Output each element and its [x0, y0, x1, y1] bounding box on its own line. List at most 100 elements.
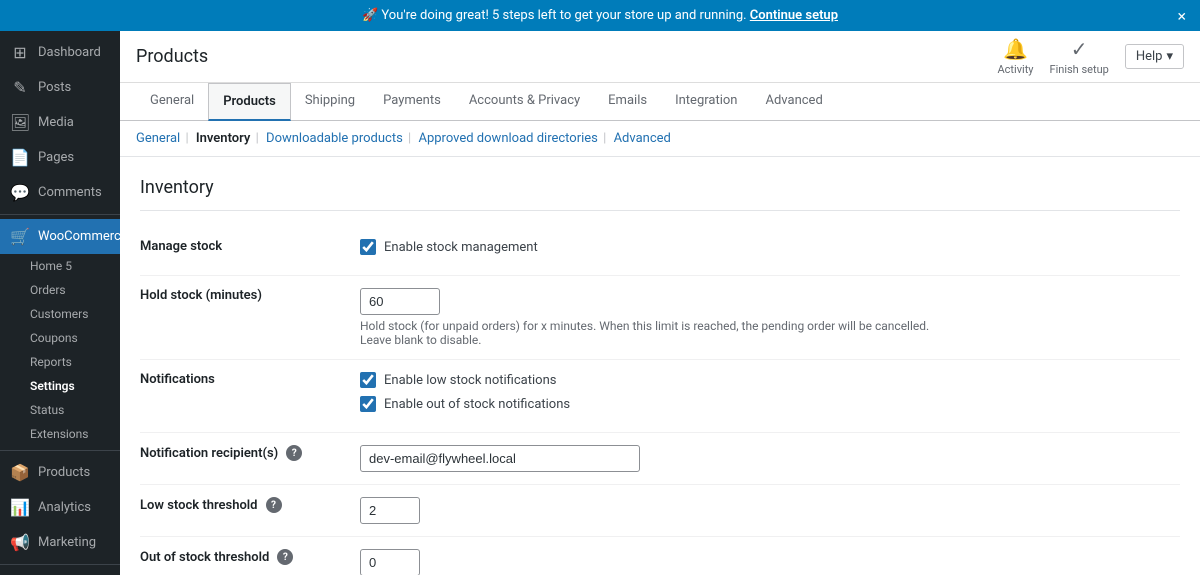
help-label: Help [1136, 49, 1163, 64]
sidebar-divider-2 [0, 450, 120, 451]
sidebar-item-pages[interactable]: 📄 Pages [0, 140, 120, 175]
subnav-sep-4: | [603, 131, 606, 146]
activity-label: Activity [997, 63, 1033, 76]
sidebar-sub-orders[interactable]: Orders [0, 278, 120, 302]
sidebar-sub-settings[interactable]: Settings [0, 374, 120, 398]
section-title: Inventory [140, 177, 1180, 211]
manage-stock-checkbox-label[interactable]: Enable stock management [360, 239, 1180, 255]
comments-icon: 💬 [10, 183, 30, 202]
marketing-icon: 📢 [10, 533, 30, 552]
help-button[interactable]: Help ▾ [1125, 44, 1184, 69]
out-of-stock-notify-checkbox[interactable] [360, 396, 376, 412]
close-icon[interactable]: × [1177, 6, 1186, 25]
content-area: Inventory Manage stock Enable stock mana… [120, 157, 1200, 575]
woocommerce-icon: 🛒 [10, 227, 30, 246]
sidebar-sub-coupons[interactable]: Coupons [0, 326, 120, 350]
tab-integration[interactable]: Integration [661, 83, 751, 120]
low-stock-label[interactable]: Enable low stock notifications [360, 372, 1180, 388]
subnav-inventory[interactable]: Inventory [196, 131, 251, 146]
sidebar-item-posts[interactable]: ✎ Posts [0, 70, 120, 105]
out-of-stock-label[interactable]: Enable out of stock notifications [360, 396, 1180, 412]
finish-setup-button[interactable]: ✓ Finish setup [1050, 37, 1109, 76]
manage-stock-checkbox-text: Enable stock management [384, 240, 538, 255]
continue-setup-link[interactable]: Continue setup [750, 8, 838, 23]
low-stock-threshold-input[interactable] [360, 497, 420, 524]
activity-button[interactable]: 🔔 Activity [997, 37, 1033, 76]
out-of-stock-threshold-row: Out of stock threshold ? [140, 537, 1180, 575]
products-icon: 📦 [10, 463, 30, 482]
out-of-stock-threshold-input[interactable] [360, 549, 420, 575]
posts-icon: ✎ [10, 78, 30, 97]
subnav-general[interactable]: General [136, 131, 180, 146]
sidebar-item-label: Media [38, 115, 74, 130]
subnav-approved[interactable]: Approved download directories [418, 131, 597, 146]
finish-setup-label: Finish setup [1050, 63, 1109, 76]
notifications-label: Notifications [140, 360, 360, 433]
out-of-stock-text: Enable out of stock notifications [384, 397, 570, 412]
sidebar-item-appearance[interactable]: 🎨 Appearance [0, 569, 120, 575]
subnav-advanced[interactable]: Advanced [614, 131, 671, 146]
sub-nav: General | Inventory | Downloadable produ… [120, 121, 1200, 157]
notifications-row: Notifications Enable low stock notificat… [140, 360, 1180, 433]
tab-general[interactable]: General [136, 83, 208, 120]
sidebar-item-label: WooCommerce [38, 229, 120, 244]
sidebar-item-label: Comments [38, 185, 102, 200]
sidebar-divider [0, 214, 120, 215]
tab-products[interactable]: Products [208, 83, 291, 121]
notification-recipient-input[interactable] [360, 445, 640, 472]
tab-payments[interactable]: Payments [369, 83, 455, 120]
chevron-down-icon: ▾ [1166, 49, 1173, 64]
low-stock-checkbox[interactable] [360, 372, 376, 388]
out-of-stock-threshold-label-wrap: Out of stock threshold ? [140, 549, 344, 565]
sidebar-item-label: Marketing [38, 535, 96, 550]
topbar-actions: 🔔 Activity ✓ Finish setup Help ▾ [997, 37, 1184, 76]
tab-shipping[interactable]: Shipping [291, 83, 369, 120]
sidebar-item-woocommerce[interactable]: 🛒 WooCommerce [0, 219, 120, 254]
sidebar-item-products[interactable]: 📦 Products [0, 455, 120, 490]
low-stock-threshold-label-wrap: Low stock threshold ? [140, 497, 344, 513]
out-of-stock-threshold-help-icon[interactable]: ? [277, 549, 293, 565]
sidebar-sub-home[interactable]: Home 5 [0, 254, 120, 278]
analytics-icon: 📊 [10, 498, 30, 517]
home-badge: 5 [65, 259, 72, 273]
sidebar-sub-customers[interactable]: Customers [0, 302, 120, 326]
topbar: Products 🔔 Activity ✓ Finish setup Help … [120, 31, 1200, 83]
notification-recipient-label-wrap: Notification recipient(s) ? [140, 445, 344, 461]
dashboard-icon: ⊞ [10, 43, 30, 62]
sidebar-sub-reports[interactable]: Reports [0, 350, 120, 374]
notification-recipient-help-icon[interactable]: ? [286, 445, 302, 461]
subnav-sep-1: | [185, 131, 188, 146]
low-stock-threshold-row: Low stock threshold ? [140, 485, 1180, 537]
tab-accounts-privacy[interactable]: Accounts & Privacy [455, 83, 594, 120]
notification-recipient-label: Notification recipient(s) [140, 446, 278, 461]
out-of-stock-threshold-label: Out of stock threshold [140, 550, 269, 565]
sidebar-item-analytics[interactable]: 📊 Analytics [0, 490, 120, 525]
sidebar: ⊞ Dashboard ✎ Posts 🖼 Media 📄 Pages 💬 Co… [0, 31, 120, 575]
sidebar-item-marketing[interactable]: 📢 Marketing [0, 525, 120, 560]
low-stock-text: Enable low stock notifications [384, 373, 556, 388]
finish-setup-icon: ✓ [1071, 37, 1088, 61]
page-title: Products [136, 46, 208, 67]
subnav-downloadable[interactable]: Downloadable products [266, 131, 403, 146]
sidebar-item-label: Dashboard [38, 45, 101, 60]
sidebar-divider-3 [0, 564, 120, 565]
media-icon: 🖼 [10, 113, 30, 132]
sidebar-sub-extensions[interactable]: Extensions [0, 422, 120, 446]
sidebar-item-label: Products [38, 465, 90, 480]
pages-icon: 📄 [10, 148, 30, 167]
low-stock-threshold-help-icon[interactable]: ? [266, 497, 282, 513]
manage-stock-checkbox[interactable] [360, 239, 376, 255]
hold-stock-input[interactable] [360, 288, 440, 315]
sidebar-item-dashboard[interactable]: ⊞ Dashboard [0, 35, 120, 70]
manage-stock-label: Manage stock [140, 227, 360, 276]
sidebar-item-media[interactable]: 🖼 Media [0, 105, 120, 140]
notification-bar: 🚀 You're doing great! 5 steps left to ge… [0, 0, 1200, 31]
tab-emails[interactable]: Emails [594, 83, 661, 120]
sidebar-item-comments[interactable]: 💬 Comments [0, 175, 120, 210]
notification-text: 🚀 You're doing great! 5 steps left to ge… [362, 8, 747, 23]
sidebar-sub-status[interactable]: Status [0, 398, 120, 422]
hold-stock-help: Hold stock (for unpaid orders) for x min… [360, 319, 960, 347]
settings-tabs: General Products Shipping Payments Accou… [120, 83, 1200, 121]
tab-advanced[interactable]: Advanced [751, 83, 836, 120]
hold-stock-label: Hold stock (minutes) [140, 276, 360, 360]
